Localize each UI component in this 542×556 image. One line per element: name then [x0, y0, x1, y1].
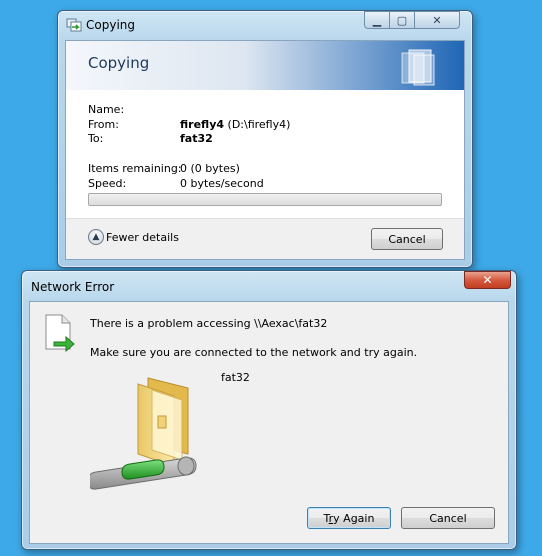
header-title: Copying [88, 54, 150, 72]
maximize-icon: ▢ [396, 14, 408, 27]
copy-files-icon [66, 18, 82, 32]
copy-progress-bar [88, 193, 442, 206]
try-again-label-rest: y Again [333, 512, 375, 525]
fewer-details-toggle[interactable]: ▲ Fewer details [88, 229, 179, 249]
document-stack-icon [401, 49, 435, 86]
chevron-up-circle-icon: ▲ [88, 229, 104, 245]
error-hint: Make sure you are connected to the netwo… [90, 346, 418, 359]
try-again-button[interactable]: Try Again [307, 507, 391, 529]
speed-label: Speed: [88, 177, 127, 190]
window-title: Network Error [31, 280, 115, 294]
to-label: To: [88, 132, 104, 145]
from-path: (D:\firefly4) [227, 118, 291, 131]
close-button[interactable]: ✕ [414, 11, 460, 29]
from-name: firefly4 [180, 118, 225, 131]
window-title: Copying [86, 18, 135, 32]
network-error-content: There is a problem accessing \\Aexac\fat… [29, 301, 509, 544]
minimize-button[interactable]: ▁ [364, 11, 390, 29]
error-message: There is a problem accessing \\Aexac\fat… [90, 317, 328, 330]
from-label: From: [88, 118, 119, 131]
from-row: From: firefly4 (D:\firefly4) [88, 118, 290, 131]
items-remaining-row: Items remaining:0 (0 bytes) [88, 162, 240, 175]
speed-row: Speed: 0 bytes/second [88, 177, 264, 190]
close-button[interactable]: ✕ [464, 271, 511, 289]
copying-dialog: Copying ▁ ▢ ✕ Copying Name: From: firefly… [57, 10, 473, 268]
network-error-dialog: Network Error ✕ There is a problem acces… [21, 270, 517, 550]
copying-header: Copying [66, 41, 464, 90]
name-label: Name: [88, 103, 125, 116]
items-remaining-label: Items remaining: [88, 162, 182, 175]
network-folder-icon [90, 377, 197, 490]
network-document-icon [45, 314, 75, 352]
close-icon: ✕ [432, 14, 442, 27]
items-remaining-value: 0 (0 bytes) [180, 162, 240, 175]
copying-footer: ▲ Fewer details Cancel [66, 218, 464, 259]
cancel-copy-button[interactable]: Cancel [371, 228, 443, 250]
folder-name: fat32 [221, 371, 250, 384]
minimize-icon: ▁ [372, 14, 382, 27]
to-row: To: fat32 [88, 132, 213, 145]
close-icon: ✕ [482, 273, 493, 287]
copying-content: Copying Name: From: firefly4 (D:\firefly4… [65, 40, 465, 260]
fewer-details-label: Fewer details [106, 230, 179, 244]
to-name: fat32 [180, 132, 213, 145]
speed-value: 0 bytes/second [180, 177, 264, 190]
name-row: Name: [88, 103, 180, 116]
maximize-button[interactable]: ▢ [389, 11, 415, 29]
cancel-button[interactable]: Cancel [401, 507, 495, 529]
